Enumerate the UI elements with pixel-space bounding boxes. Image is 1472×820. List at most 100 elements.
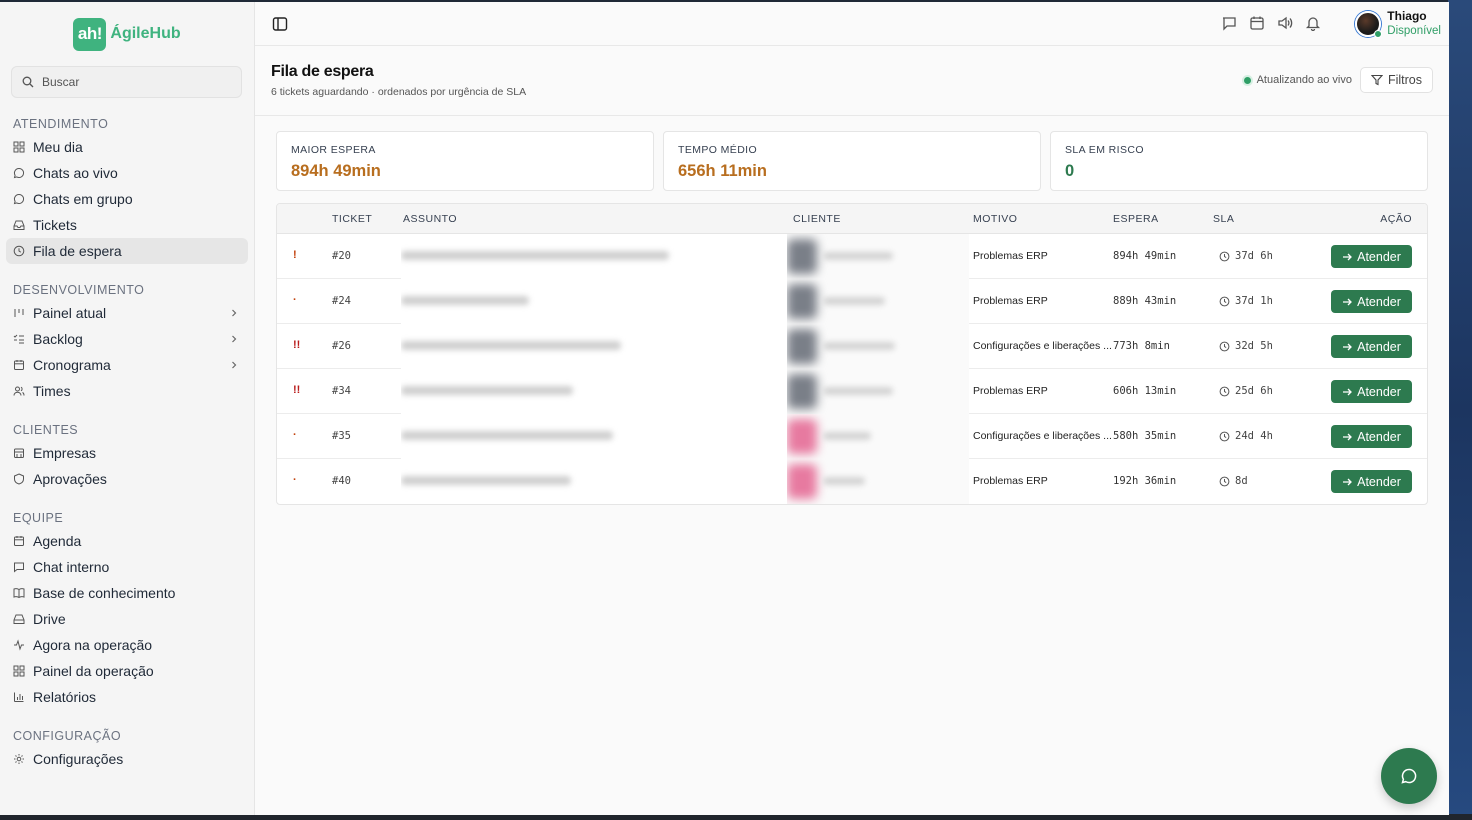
subject-redacted [401,341,621,350]
list-check-icon [13,334,24,344]
sidebar-item-base-de-conhecimento[interactable]: Base de conhecimento [6,580,248,606]
sidebar-item-tickets[interactable]: Tickets [6,212,248,238]
stat-card: MAIOR ESPERA 894h 49min [276,131,654,191]
sla-value: 25d 6h [1235,385,1273,397]
reason: Problemas ERP [973,250,1048,262]
sidebar-item-label: Painel da operação [33,663,154,679]
ticket-id[interactable]: #40 [332,475,351,487]
stat-value: 0 [1065,162,1075,180]
chat-fab-button[interactable] [1381,748,1437,804]
table-row[interactable]: · #40 Problemas ERP 192h 36min 8d Atender [277,459,1427,504]
reason: Configurações e liberações ... [973,340,1112,352]
calendar-icon [14,360,24,370]
bell-icon[interactable] [1305,15,1321,31]
sla-cell: 8d [1219,475,1248,487]
sidebar-item-relatorios[interactable]: Relatórios [6,684,248,710]
grid-icon [13,141,25,153]
sidebar-item-label: Cronograma [33,357,111,373]
attend-button[interactable]: Atender [1331,290,1412,313]
sidebar-item-meu-dia[interactable]: Meu dia [6,134,248,160]
sidebar-item-agenda[interactable]: Agenda [6,528,248,554]
ticket-id[interactable]: #24 [332,295,351,307]
col-espera: ESPERA [1113,213,1159,225]
sidebar-item-aprovacoes[interactable]: Aprovações [6,466,248,492]
sidebar-item-painel-da-operacao[interactable]: Painel da operação [6,658,248,684]
table-header: TICKET ASSUNTO CLIENTE MOTIVO ESPERA SLA… [277,204,1427,234]
sidebar-toggle-icon[interactable] [272,16,288,32]
arrow-right-icon [1343,343,1353,350]
wait-time: 192h 36min [1113,475,1177,487]
reason: Problemas ERP [973,475,1048,487]
priority-indicator: !! [293,339,301,351]
sidebar-item-backlog[interactable]: Backlog [6,326,248,352]
attend-label: Atender [1357,474,1401,489]
filter-button[interactable]: Filtros [1359,67,1433,93]
arrow-right-icon [1343,478,1353,485]
attend-button[interactable]: Atender [1331,470,1412,493]
client-cell [787,279,969,324]
col-acao: AÇÃO [1380,213,1412,225]
user-menu[interactable]: Thiago Disponível [1355,9,1441,39]
sidebar-item-label: Chats ao vivo [33,165,118,181]
attend-button[interactable]: Atender [1331,380,1412,403]
sidebar-item-empresas[interactable]: Empresas [6,440,248,466]
sla-cell: 37d 1h [1219,295,1273,307]
chat-icon[interactable] [1221,15,1237,31]
attend-label: Atender [1357,339,1401,354]
col-sla: SLA [1213,213,1235,225]
arrow-right-icon [1343,388,1353,395]
table-row[interactable]: · #24 Problemas ERP 889h 43min 37d 1h Atender [277,279,1427,324]
sidebar-item-painel-atual[interactable]: Painel atual [6,300,248,326]
subject-redacted [401,476,571,485]
arrow-right-icon [1343,433,1353,440]
sla-cell: 24d 4h [1219,430,1273,442]
table-row[interactable]: ! #20 Problemas ERP 894h 49min 37d 6h Atender [277,234,1427,279]
wait-time: 889h 43min [1113,295,1177,307]
sidebar-item-cronograma[interactable]: Cronograma [6,352,248,378]
attend-button[interactable]: Atender [1331,425,1412,448]
section-title-configuração: CONFIGURAÇÃO [13,729,122,743]
sidebar-item-label: Meu dia [33,139,83,155]
bar-chart-icon [14,692,24,702]
sla-cell: 37d 6h [1219,250,1273,262]
col-ticket: TICKET [332,213,373,225]
table-row[interactable]: !! #26 Configurações e liberações ... 773h … [277,324,1427,369]
calendar-icon[interactable] [1249,15,1265,31]
client-name-redacted [823,432,871,440]
ticket-id[interactable]: #20 [332,250,351,262]
sidebar-item-chats-em-grupo[interactable]: Chats em grupo [6,186,248,212]
sidebar-item-label: Aprovações [33,471,107,487]
ticket-id[interactable]: #35 [332,430,351,442]
chevron-right-icon[interactable] [229,360,239,370]
sidebar-item-chats-ao-vivo[interactable]: Chats ao vivo [6,160,248,186]
sidebar-item-fila-de-espera[interactable]: Fila de espera [6,238,248,264]
sidebar-item-agora-na-operacao[interactable]: Agora na operação [6,632,248,658]
brand-logo[interactable]: ah! ÁgileHub [6,2,248,66]
client-avatar [787,239,817,274]
volume-icon[interactable] [1277,15,1293,31]
attend-button[interactable]: Atender [1331,245,1412,268]
book-icon [13,588,25,599]
sla-value: 37d 6h [1235,250,1273,262]
reason: Configurações e liberações ... [973,430,1112,442]
sidebar-item-label: Relatórios [33,689,97,705]
sidebar-item-times[interactable]: Times [6,378,248,404]
ticket-id[interactable]: #26 [332,340,351,352]
sidebar-item-label: Times [33,383,71,399]
table-row[interactable]: · #35 Configurações e liberações ... 580h 3… [277,414,1427,459]
wait-time: 773h 8min [1113,340,1170,352]
sidebar-item-chat-interno[interactable]: Chat interno [6,554,248,580]
chevron-right-icon[interactable] [229,308,239,318]
attend-button[interactable]: Atender [1331,335,1412,358]
chevron-right-icon[interactable] [229,334,239,344]
sidebar-item-configuracoes[interactable]: Configurações [6,746,248,772]
ticket-id[interactable]: #34 [332,385,351,397]
app-window: ah! ÁgileHub Buscar ATENDIMENTO Meu dia Ch… [0,2,1449,815]
sidebar-item-drive[interactable]: Drive [6,606,248,632]
status-dot [1374,30,1383,38]
sidebar-item-label: Chat interno [33,559,110,575]
arrow-right-icon [1343,253,1353,260]
search-input[interactable]: Buscar [11,66,242,98]
stat-label: SLA EM RISCO [1065,144,1144,156]
table-row[interactable]: !! #34 Problemas ERP 606h 13min 25d 6h Atende… [277,369,1427,414]
